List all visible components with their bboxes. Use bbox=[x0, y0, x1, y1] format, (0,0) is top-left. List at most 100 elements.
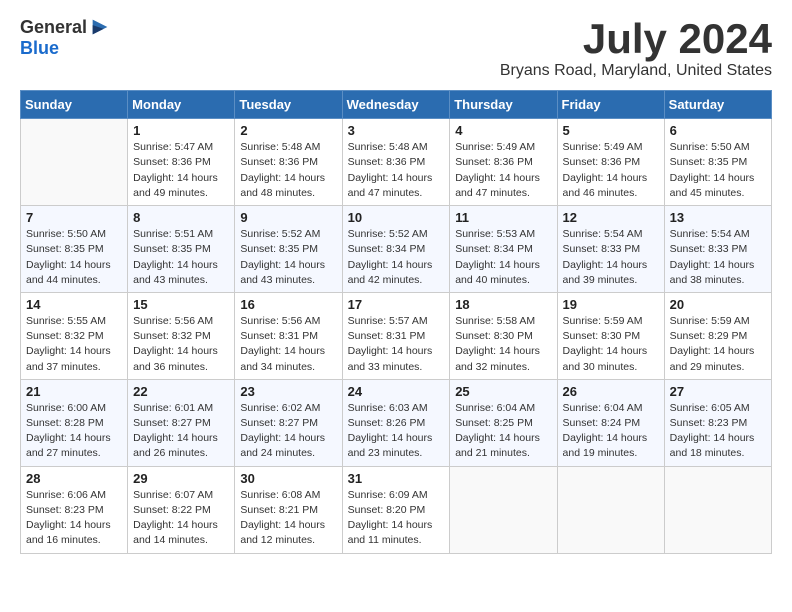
calendar-cell: 13 Sunrise: 5:54 AMSunset: 8:33 PMDayligh… bbox=[664, 206, 771, 293]
calendar-cell: 25 Sunrise: 6:04 AMSunset: 8:25 PMDayligh… bbox=[450, 379, 557, 466]
calendar-cell: 20Sunrise: 5:59 AMSunset: 8:29 PMDayligh… bbox=[664, 292, 771, 379]
day-number: 8 bbox=[133, 210, 229, 225]
calendar-cell: 24 Sunrise: 6:03 AMSunset: 8:26 PMDayligh… bbox=[342, 379, 450, 466]
day-info: Sunrise: 6:03 AMSunset: 8:26 PMDaylight:… bbox=[348, 401, 445, 462]
day-number: 25 bbox=[455, 384, 551, 399]
calendar-cell bbox=[450, 466, 557, 553]
calendar-cell: 19 Sunrise: 5:59 AMSunset: 8:30 PMDayligh… bbox=[557, 292, 664, 379]
day-number: 10 bbox=[348, 210, 445, 225]
month-title: July 2024 bbox=[500, 16, 772, 62]
day-info: Sunrise: 6:00 AMSunset: 8:28 PMDaylight:… bbox=[26, 401, 122, 462]
day-number: 22 bbox=[133, 384, 229, 399]
day-number: 15 bbox=[133, 297, 229, 312]
calendar-cell: 29Sunrise: 6:07 AMSunset: 8:22 PMDayligh… bbox=[128, 466, 235, 553]
calendar-cell: 6 Sunrise: 5:50 AMSunset: 8:35 PMDaylight… bbox=[664, 119, 771, 206]
calendar-cell: 17Sunrise: 5:57 AMSunset: 8:31 PMDayligh… bbox=[342, 292, 450, 379]
day-number: 24 bbox=[348, 384, 445, 399]
calendar-cell bbox=[21, 119, 128, 206]
day-number: 13 bbox=[670, 210, 766, 225]
calendar-cell: 31Sunrise: 6:09 AMSunset: 8:20 PMDayligh… bbox=[342, 466, 450, 553]
day-info: Sunrise: 5:58 AMSunset: 8:30 PMDaylight:… bbox=[455, 314, 551, 375]
weekday-header-saturday: Saturday bbox=[664, 91, 771, 119]
calendar-cell: 18 Sunrise: 5:58 AMSunset: 8:30 PMDayligh… bbox=[450, 292, 557, 379]
calendar-cell: 28 Sunrise: 6:06 AMSunset: 8:23 PMDayligh… bbox=[21, 466, 128, 553]
weekday-header-wednesday: Wednesday bbox=[342, 91, 450, 119]
day-info: Sunrise: 6:04 AMSunset: 8:25 PMDaylight:… bbox=[455, 401, 551, 462]
day-info: Sunrise: 6:09 AMSunset: 8:20 PMDaylight:… bbox=[348, 488, 445, 549]
calendar-table: SundayMondayTuesdayWednesdayThursdayFrid… bbox=[20, 90, 772, 553]
day-number: 18 bbox=[455, 297, 551, 312]
day-number: 9 bbox=[240, 210, 336, 225]
calendar-cell: 21 Sunrise: 6:00 AMSunset: 8:28 PMDayligh… bbox=[21, 379, 128, 466]
day-number: 7 bbox=[26, 210, 122, 225]
day-info: Sunrise: 5:56 AMSunset: 8:31 PMDaylight:… bbox=[240, 314, 336, 375]
day-info: Sunrise: 6:07 AMSunset: 8:22 PMDaylight:… bbox=[133, 488, 229, 549]
calendar-cell: 9 Sunrise: 5:52 AMSunset: 8:35 PMDaylight… bbox=[235, 206, 342, 293]
day-number: 26 bbox=[563, 384, 659, 399]
calendar-week-4: 21 Sunrise: 6:00 AMSunset: 8:28 PMDayligh… bbox=[21, 379, 772, 466]
day-info: Sunrise: 6:06 AMSunset: 8:23 PMDaylight:… bbox=[26, 488, 122, 549]
day-info: Sunrise: 5:50 AMSunset: 8:35 PMDaylight:… bbox=[26, 227, 122, 288]
weekday-header-thursday: Thursday bbox=[450, 91, 557, 119]
day-number: 19 bbox=[563, 297, 659, 312]
day-number: 21 bbox=[26, 384, 122, 399]
day-number: 2 bbox=[240, 123, 336, 138]
day-info: Sunrise: 5:56 AMSunset: 8:32 PMDaylight:… bbox=[133, 314, 229, 375]
day-number: 6 bbox=[670, 123, 766, 138]
calendar-cell: 27 Sunrise: 6:05 AMSunset: 8:23 PMDayligh… bbox=[664, 379, 771, 466]
day-number: 17 bbox=[348, 297, 445, 312]
title-area: July 2024 Bryans Road, Maryland, United … bbox=[500, 16, 772, 80]
weekday-header-friday: Friday bbox=[557, 91, 664, 119]
calendar-cell: 22 Sunrise: 6:01 AMSunset: 8:27 PMDayligh… bbox=[128, 379, 235, 466]
day-info: Sunrise: 5:50 AMSunset: 8:35 PMDaylight:… bbox=[670, 140, 766, 201]
day-info: Sunrise: 5:49 AMSunset: 8:36 PMDaylight:… bbox=[455, 140, 551, 201]
calendar-cell: 15 Sunrise: 5:56 AMSunset: 8:32 PMDayligh… bbox=[128, 292, 235, 379]
calendar-week-3: 14Sunrise: 5:55 AMSunset: 8:32 PMDayligh… bbox=[21, 292, 772, 379]
header: General Blue July 2024 Bryans Road, Mary… bbox=[20, 16, 772, 80]
day-info: Sunrise: 5:51 AMSunset: 8:35 PMDaylight:… bbox=[133, 227, 229, 288]
calendar-cell: 16 Sunrise: 5:56 AMSunset: 8:31 PMDayligh… bbox=[235, 292, 342, 379]
day-info: Sunrise: 5:47 AMSunset: 8:36 PMDaylight:… bbox=[133, 140, 229, 201]
day-number: 4 bbox=[455, 123, 551, 138]
day-number: 27 bbox=[670, 384, 766, 399]
day-info: Sunrise: 5:59 AMSunset: 8:29 PMDaylight:… bbox=[670, 314, 766, 375]
day-info: Sunrise: 5:49 AMSunset: 8:36 PMDaylight:… bbox=[563, 140, 659, 201]
day-number: 14 bbox=[26, 297, 122, 312]
day-info: Sunrise: 5:59 AMSunset: 8:30 PMDaylight:… bbox=[563, 314, 659, 375]
calendar-cell: 1 Sunrise: 5:47 AMSunset: 8:36 PMDaylight… bbox=[128, 119, 235, 206]
weekday-header-monday: Monday bbox=[128, 91, 235, 119]
logo-general-text: General bbox=[20, 17, 87, 38]
day-number: 1 bbox=[133, 123, 229, 138]
day-number: 28 bbox=[26, 471, 122, 486]
day-info: Sunrise: 6:01 AMSunset: 8:27 PMDaylight:… bbox=[133, 401, 229, 462]
day-number: 5 bbox=[563, 123, 659, 138]
calendar-cell: 5 Sunrise: 5:49 AMSunset: 8:36 PMDaylight… bbox=[557, 119, 664, 206]
calendar-cell: 26Sunrise: 6:04 AMSunset: 8:24 PMDayligh… bbox=[557, 379, 664, 466]
calendar-cell: 30 Sunrise: 6:08 AMSunset: 8:21 PMDayligh… bbox=[235, 466, 342, 553]
day-info: Sunrise: 5:48 AMSunset: 8:36 PMDaylight:… bbox=[348, 140, 445, 201]
day-info: Sunrise: 5:48 AMSunset: 8:36 PMDaylight:… bbox=[240, 140, 336, 201]
calendar-header-row: SundayMondayTuesdayWednesdayThursdayFrid… bbox=[21, 91, 772, 119]
calendar-cell bbox=[557, 466, 664, 553]
logo-blue-text: Blue bbox=[20, 38, 59, 59]
day-info: Sunrise: 5:54 AMSunset: 8:33 PMDaylight:… bbox=[670, 227, 766, 288]
day-info: Sunrise: 6:05 AMSunset: 8:23 PMDaylight:… bbox=[670, 401, 766, 462]
calendar-cell: 10 Sunrise: 5:52 AMSunset: 8:34 PMDayligh… bbox=[342, 206, 450, 293]
calendar-cell bbox=[664, 466, 771, 553]
calendar-cell: 7 Sunrise: 5:50 AMSunset: 8:35 PMDaylight… bbox=[21, 206, 128, 293]
calendar-week-1: 1 Sunrise: 5:47 AMSunset: 8:36 PMDaylight… bbox=[21, 119, 772, 206]
calendar-cell: 8 Sunrise: 5:51 AMSunset: 8:35 PMDaylight… bbox=[128, 206, 235, 293]
calendar-cell: 12 Sunrise: 5:54 AMSunset: 8:33 PMDayligh… bbox=[557, 206, 664, 293]
logo-icon bbox=[89, 16, 111, 38]
day-number: 23 bbox=[240, 384, 336, 399]
day-info: Sunrise: 6:08 AMSunset: 8:21 PMDaylight:… bbox=[240, 488, 336, 549]
day-info: Sunrise: 5:52 AMSunset: 8:34 PMDaylight:… bbox=[348, 227, 445, 288]
logo: General Blue bbox=[20, 16, 111, 59]
calendar-cell: 23Sunrise: 6:02 AMSunset: 8:27 PMDayligh… bbox=[235, 379, 342, 466]
weekday-header-sunday: Sunday bbox=[21, 91, 128, 119]
day-number: 30 bbox=[240, 471, 336, 486]
day-info: Sunrise: 5:54 AMSunset: 8:33 PMDaylight:… bbox=[563, 227, 659, 288]
day-number: 12 bbox=[563, 210, 659, 225]
day-number: 16 bbox=[240, 297, 336, 312]
day-info: Sunrise: 5:52 AMSunset: 8:35 PMDaylight:… bbox=[240, 227, 336, 288]
